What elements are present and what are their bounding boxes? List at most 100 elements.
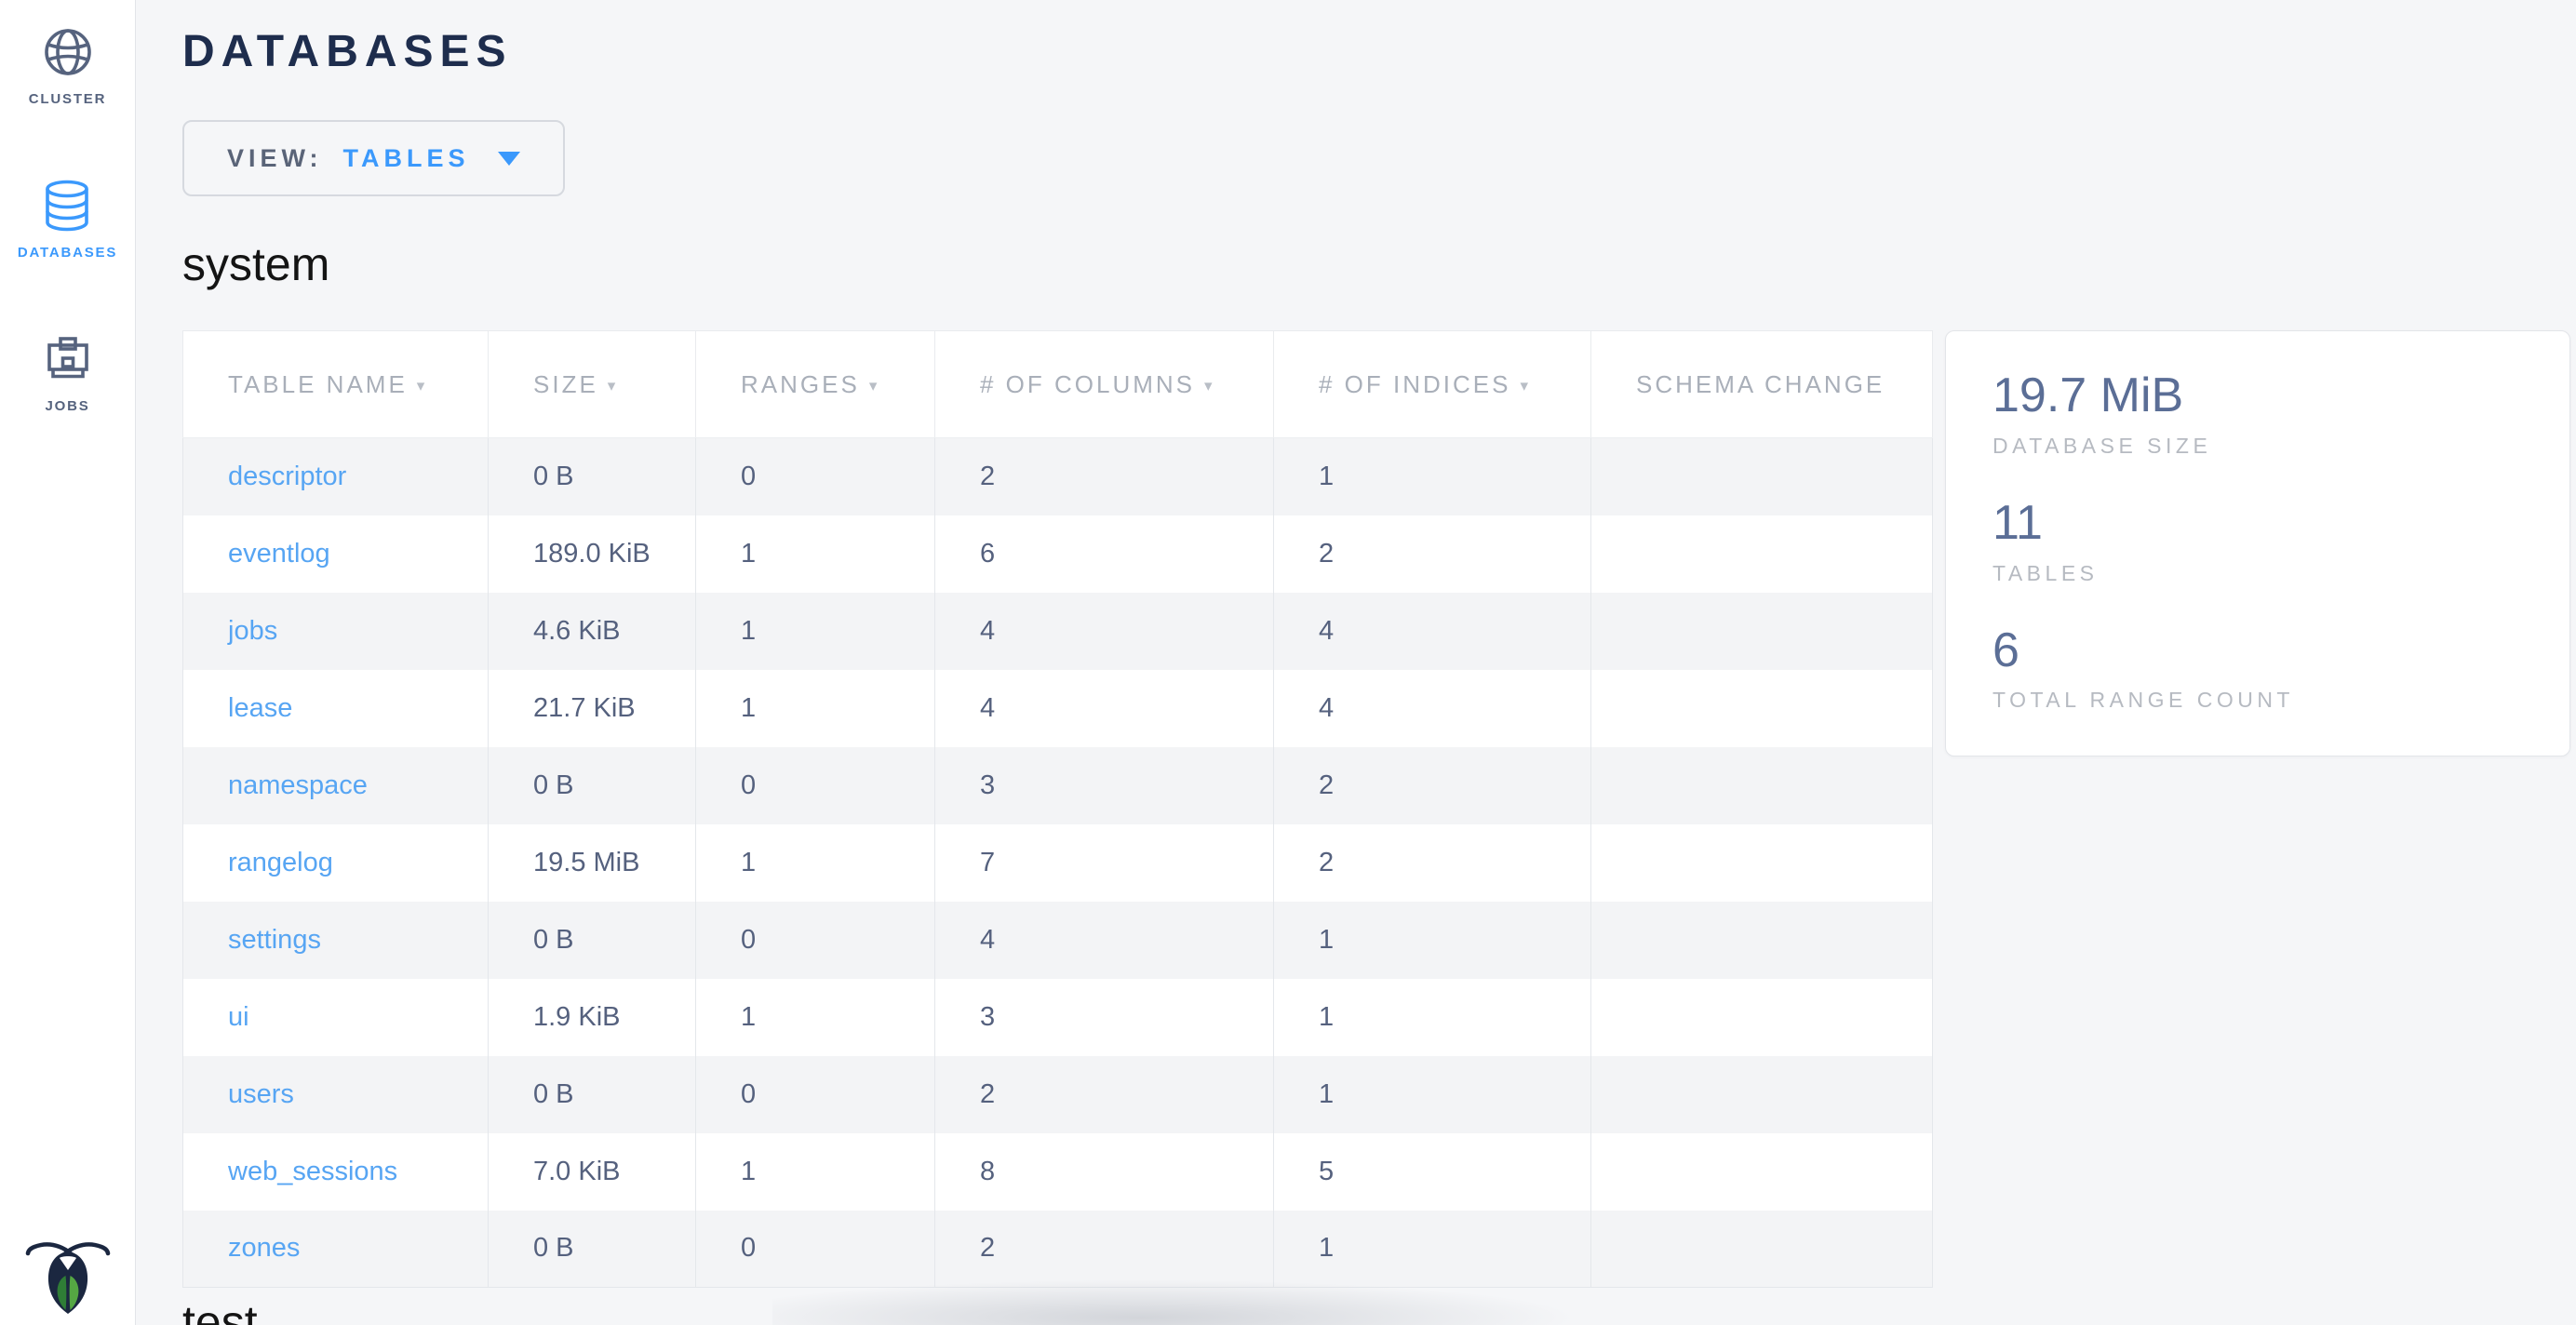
table-name-link[interactable]: jobs bbox=[228, 616, 277, 646]
table-cell-ranges: 0 bbox=[696, 1211, 935, 1288]
globe-icon bbox=[42, 26, 94, 78]
table-cell-indices: 4 bbox=[1274, 593, 1591, 670]
table-cell-name: settings bbox=[183, 902, 489, 979]
table-cell-indices: 4 bbox=[1274, 670, 1591, 747]
table-cell-columns: 3 bbox=[935, 979, 1274, 1056]
table-cell-ranges: 1 bbox=[696, 979, 935, 1056]
table-name-link[interactable]: zones bbox=[228, 1233, 300, 1263]
table-cell-schema-change bbox=[1591, 747, 1933, 824]
table-cell-name: rangelog bbox=[183, 824, 489, 902]
table-cell-name: eventlog bbox=[183, 515, 489, 593]
table-cell-size: 7.0 KiB bbox=[489, 1133, 696, 1211]
system-tables-table: TABLE NAME▾ SIZE▾ RANGES▾ # OF COLUMNS▾ … bbox=[182, 330, 1933, 1288]
table-row: namespace 0 B 0 3 2 bbox=[183, 747, 1933, 824]
table-name-link[interactable]: settings bbox=[228, 925, 321, 955]
table-cell-indices: 2 bbox=[1274, 824, 1591, 902]
sidebar: CLUSTER DATABASES bbox=[0, 0, 136, 1325]
column-header-table-name[interactable]: TABLE NAME▾ bbox=[183, 331, 489, 438]
table-cell-size: 4.6 KiB bbox=[489, 593, 696, 670]
table-cell-name: namespace bbox=[183, 747, 489, 824]
databases-page: CLUSTER DATABASES bbox=[0, 0, 2576, 1325]
sidebar-item-jobs[interactable]: JOBS bbox=[42, 333, 94, 414]
view-selector-dropdown[interactable]: VIEW: TABLES bbox=[182, 120, 565, 196]
table-cell-ranges: 1 bbox=[696, 593, 935, 670]
stat-label: TOTAL RANGE COUNT bbox=[1992, 688, 2523, 713]
table-cell-columns: 3 bbox=[935, 747, 1274, 824]
stat-database-size: 19.7 MiB DATABASE SIZE bbox=[1992, 368, 2523, 459]
sidebar-item-label: DATABASES bbox=[18, 245, 117, 261]
column-header-ranges[interactable]: RANGES▾ bbox=[696, 331, 935, 438]
sidebar-item-label: JOBS bbox=[45, 398, 89, 414]
table-cell-schema-change bbox=[1591, 670, 1933, 747]
page-title: DATABASES bbox=[182, 26, 2576, 77]
table-cell-schema-change bbox=[1591, 515, 1933, 593]
table-cell-columns: 2 bbox=[935, 1056, 1274, 1133]
sort-arrow-icon: ▾ bbox=[1520, 377, 1531, 395]
table-name-link[interactable]: namespace bbox=[228, 770, 368, 800]
stat-value: 19.7 MiB bbox=[1992, 368, 2523, 424]
table-cell-indices: 2 bbox=[1274, 515, 1591, 593]
table-cell-size: 19.5 MiB bbox=[489, 824, 696, 902]
table-row: descriptor 0 B 0 2 1 bbox=[183, 438, 1933, 515]
sidebar-item-databases[interactable]: DATABASES bbox=[18, 180, 117, 261]
table-row: rangelog 19.5 MiB 1 7 2 bbox=[183, 824, 1933, 902]
section-heading-test: test bbox=[182, 1295, 2576, 1325]
main-content: DATABASES VIEW: TABLES system TABLE NAME… bbox=[136, 0, 2576, 1325]
table-cell-columns: 4 bbox=[935, 593, 1274, 670]
table-cell-schema-change bbox=[1591, 1133, 1933, 1211]
table-cell-ranges: 1 bbox=[696, 515, 935, 593]
table-cell-size: 0 B bbox=[489, 1056, 696, 1133]
section-heading-system: system bbox=[182, 237, 2576, 291]
table-cell-name: users bbox=[183, 1056, 489, 1133]
table-row: settings 0 B 0 4 1 bbox=[183, 902, 1933, 979]
table-cell-ranges: 0 bbox=[696, 438, 935, 515]
table-cell-size: 0 B bbox=[489, 438, 696, 515]
table-cell-schema-change bbox=[1591, 824, 1933, 902]
stat-value: 11 bbox=[1992, 496, 2523, 552]
table-cell-columns: 2 bbox=[935, 438, 1274, 515]
table-name-link[interactable]: descriptor bbox=[228, 462, 346, 491]
table-name-link[interactable]: eventlog bbox=[228, 539, 330, 569]
table-cell-schema-change bbox=[1591, 1211, 1933, 1288]
briefcase-icon bbox=[42, 333, 94, 385]
table-cell-ranges: 0 bbox=[696, 747, 935, 824]
table-cell-columns: 8 bbox=[935, 1133, 1274, 1211]
stat-tables: 11 TABLES bbox=[1992, 496, 2523, 586]
system-section: TABLE NAME▾ SIZE▾ RANGES▾ # OF COLUMNS▾ … bbox=[182, 330, 2576, 1288]
table-row: lease 21.7 KiB 1 4 4 bbox=[183, 670, 1933, 747]
sort-arrow-icon: ▾ bbox=[608, 377, 619, 395]
stat-value: 6 bbox=[1992, 623, 2523, 679]
table-cell-indices: 1 bbox=[1274, 438, 1591, 515]
table-name-link[interactable]: users bbox=[228, 1079, 294, 1109]
table-cell-schema-change bbox=[1591, 593, 1933, 670]
table-cell-name: web_sessions bbox=[183, 1133, 489, 1211]
table-name-link[interactable]: lease bbox=[228, 693, 292, 723]
table-row: eventlog 189.0 KiB 1 6 2 bbox=[183, 515, 1933, 593]
table-cell-indices: 1 bbox=[1274, 902, 1591, 979]
column-header-columns[interactable]: # OF COLUMNS▾ bbox=[935, 331, 1274, 438]
sidebar-item-cluster[interactable]: CLUSTER bbox=[29, 26, 106, 107]
table-cell-columns: 7 bbox=[935, 824, 1274, 902]
table-cell-ranges: 0 bbox=[696, 902, 935, 979]
table-cell-name: jobs bbox=[183, 593, 489, 670]
table-cell-size: 189.0 KiB bbox=[489, 515, 696, 593]
table-cell-ranges: 0 bbox=[696, 1056, 935, 1133]
table-cell-size: 21.7 KiB bbox=[489, 670, 696, 747]
table-cell-indices: 1 bbox=[1274, 1211, 1591, 1288]
table-cell-columns: 4 bbox=[935, 670, 1274, 747]
column-header-size[interactable]: SIZE▾ bbox=[489, 331, 696, 438]
table-cell-indices: 1 bbox=[1274, 1056, 1591, 1133]
table-name-link[interactable]: ui bbox=[228, 1002, 249, 1032]
table-cell-schema-change bbox=[1591, 979, 1933, 1056]
table-name-link[interactable]: rangelog bbox=[228, 848, 333, 877]
table-name-link[interactable]: web_sessions bbox=[228, 1157, 397, 1186]
column-header-indices[interactable]: # OF INDICES▾ bbox=[1274, 331, 1591, 438]
table-cell-size: 0 B bbox=[489, 902, 696, 979]
cockroachdb-logo bbox=[25, 1238, 111, 1319]
view-label: VIEW: bbox=[227, 144, 323, 173]
table-cell-name: descriptor bbox=[183, 438, 489, 515]
table-row: zones 0 B 0 2 1 bbox=[183, 1211, 1933, 1288]
table-cell-columns: 6 bbox=[935, 515, 1274, 593]
table-cell-indices: 1 bbox=[1274, 979, 1591, 1056]
sort-arrow-icon: ▾ bbox=[417, 377, 428, 395]
